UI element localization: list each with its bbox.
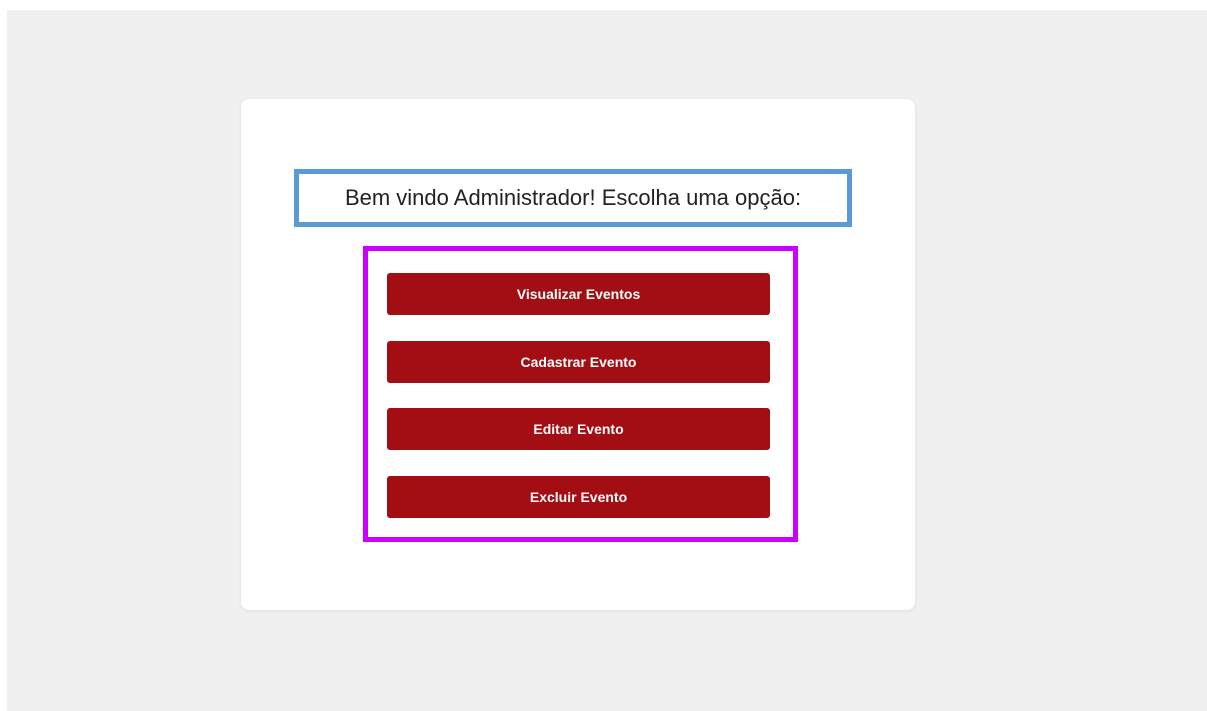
register-event-button[interactable]: Cadastrar Evento [387, 341, 770, 383]
page-background: Bem vindo Administrador! Escolha uma opç… [7, 10, 1207, 711]
greeting-heading: Bem vindo Administrador! Escolha uma opç… [344, 185, 802, 210]
greeting-highlight-box: Bem vindo Administrador! Escolha uma opç… [294, 169, 852, 227]
view-events-button[interactable]: Visualizar Eventos [387, 273, 770, 315]
delete-event-button[interactable]: Excluir Evento [387, 476, 770, 518]
menu-options-highlight-box: Visualizar Eventos Cadastrar Evento Edit… [363, 246, 798, 542]
edit-event-button[interactable]: Editar Evento [387, 408, 770, 450]
admin-card: Bem vindo Administrador! Escolha uma opç… [241, 99, 915, 610]
